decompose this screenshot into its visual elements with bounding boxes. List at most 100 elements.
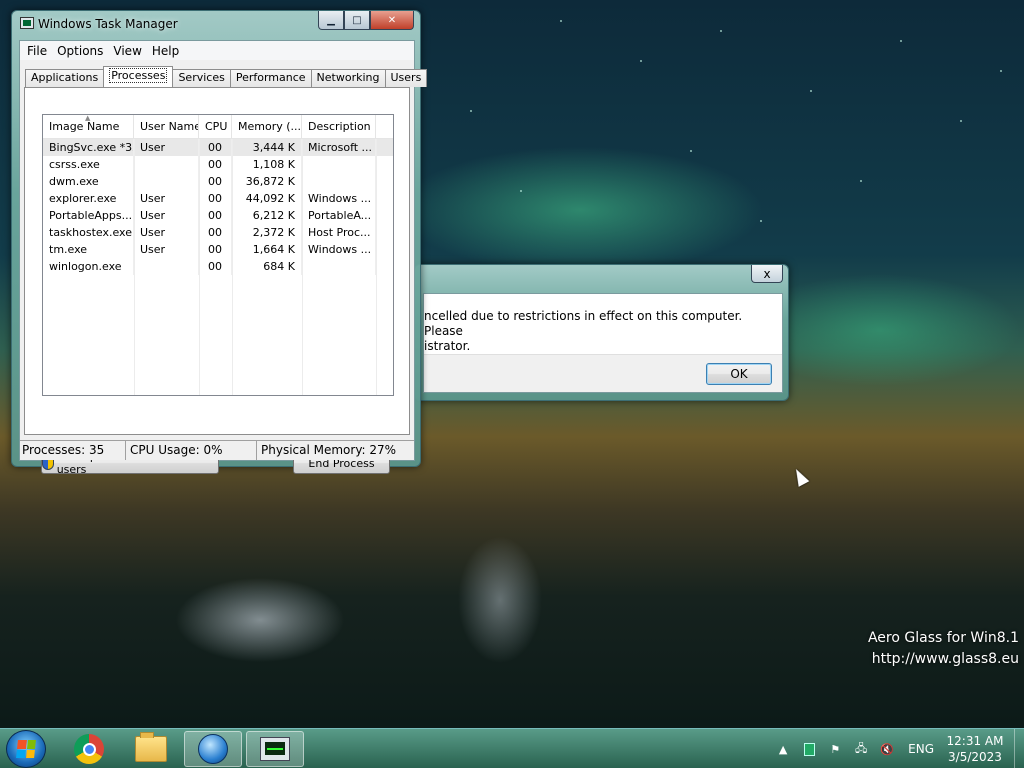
star <box>760 220 762 222</box>
task-manager-client: File Options View Help Applications Proc… <box>19 40 428 476</box>
tray-app-icon[interactable] <box>801 741 817 757</box>
column-divider <box>376 139 377 395</box>
system-tray: ▲ ⚑ 🖧 🔇 ENG 12:31 AM 3/5/2023 <box>770 729 1024 768</box>
close-icon: x <box>763 266 771 281</box>
start-button[interactable] <box>6 730 46 768</box>
task-manager-window: Windows Task Manager ▁ □ ✕ File Options … <box>11 10 428 476</box>
action-center-flag-icon[interactable]: ⚑ <box>827 741 843 757</box>
cell-memory: 1,664 K <box>232 241 302 258</box>
cell-image-name: taskhostex.exe <box>43 224 134 241</box>
column-header-description[interactable]: Description <box>302 115 376 138</box>
tab-services[interactable]: Services <box>172 69 231 87</box>
column-header-cpu[interactable]: CPU <box>199 115 232 138</box>
task-manager-icon <box>20 17 34 29</box>
cell-user-name: User <box>134 224 199 241</box>
table-row[interactable]: dwm.exe 00 36,872 K <box>43 173 393 190</box>
cell-image-name: dwm.exe <box>43 173 134 190</box>
cell-memory: 2,372 K <box>232 224 302 241</box>
column-divider <box>232 139 233 395</box>
ok-button[interactable]: OK <box>706 363 772 385</box>
maximize-button[interactable]: □ <box>344 11 370 30</box>
cell-memory: 3,444 K <box>232 139 302 156</box>
table-row[interactable]: explorer.exe User 00 44,092 K Windows ... <box>43 190 393 207</box>
tab-applications[interactable]: Applications <box>25 69 105 87</box>
table-row[interactable]: BingSvc.exe *32 User 00 3,444 K Microsoft ..… <box>43 139 393 156</box>
star <box>720 30 722 32</box>
star <box>900 40 902 42</box>
network-icon[interactable]: 🖧 <box>853 741 869 757</box>
cell-description: Windows ... <box>302 190 376 207</box>
taskbar: ▲ ⚑ 🖧 🔇 ENG 12:31 AM 3/5/2023 <box>0 728 1024 768</box>
close-button[interactable]: ✕ <box>370 11 414 30</box>
cell-description: Microsoft ... <box>302 139 376 156</box>
tab-processes[interactable]: Processes <box>103 66 174 87</box>
cell-cpu: 00 <box>199 241 232 258</box>
tab-networking[interactable]: Networking <box>310 69 386 87</box>
table-row[interactable]: taskhostex.exe User 00 2,372 K Host Proc... <box>43 224 393 241</box>
close-icon: ✕ <box>387 14 397 26</box>
window-controls: ▁ □ ✕ <box>318 11 414 30</box>
star <box>520 190 522 192</box>
window-title: Windows Task Manager <box>38 17 178 31</box>
status-bar: Processes: 35 CPU Usage: 0% Physical Mem… <box>20 440 414 460</box>
column-header-memory[interactable]: Memory (... <box>232 115 302 138</box>
show-desktop-button[interactable] <box>1014 729 1024 768</box>
watermark-line2: http://www.glass8.eu <box>871 651 1019 667</box>
show-hidden-icons-button[interactable]: ▲ <box>775 741 791 757</box>
column-divider <box>302 139 303 395</box>
taskbar-task-manager[interactable] <box>246 731 304 767</box>
column-divider <box>134 139 135 395</box>
tab-users[interactable]: Users <box>384 69 428 87</box>
cell-user-name: User <box>134 190 199 207</box>
menu-help[interactable]: Help <box>147 44 184 58</box>
dialog-close-button[interactable]: x <box>751 265 783 283</box>
clock[interactable]: 12:31 AM 3/5/2023 <box>942 733 1008 765</box>
star <box>860 180 862 182</box>
cell-description: Windows ... <box>302 241 376 258</box>
process-list[interactable]: ▲ Image Name User Name CPU Memory (... D… <box>42 114 394 396</box>
watermark: Aero Glass for Win8.1 http://www.glass8.… <box>868 628 1019 670</box>
task-manager-icon <box>260 737 290 761</box>
menu-bar: File Options View Help <box>20 41 414 60</box>
taskbar-file-explorer[interactable] <box>122 731 180 767</box>
cell-user-name: User <box>134 241 199 258</box>
taskbar-globe-app[interactable] <box>184 731 242 767</box>
star <box>810 90 812 92</box>
dialog-client: ncelled due to restrictions in effect on… <box>423 293 783 393</box>
column-divider <box>199 139 200 395</box>
cell-description <box>302 173 376 190</box>
clock-date: 3/5/2023 <box>948 750 1002 764</box>
status-cpu-usage: CPU Usage: 0% <box>126 441 257 460</box>
status-physical-memory: Physical Memory: 27% <box>261 443 397 457</box>
star <box>560 20 562 22</box>
cell-description <box>302 258 376 275</box>
language-indicator[interactable]: ENG <box>908 742 934 756</box>
menu-view[interactable]: View <box>108 44 146 58</box>
taskbar-chrome[interactable] <box>60 731 118 767</box>
table-row[interactable]: csrss.exe 00 1,108 K <box>43 156 393 173</box>
star <box>470 110 472 112</box>
sort-ascending-icon: ▲ <box>85 114 91 122</box>
volume-muted-icon[interactable]: 🔇 <box>879 741 895 757</box>
cell-user-name: User <box>134 207 199 224</box>
cell-cpu: 00 <box>199 258 232 275</box>
dialog-footer: OK <box>424 354 782 392</box>
cell-user-name <box>134 173 199 190</box>
column-header-user-name[interactable]: User Name <box>134 115 199 138</box>
cell-cpu: 00 <box>199 190 232 207</box>
chevron-up-icon: ▲ <box>778 742 788 756</box>
minimize-button[interactable]: ▁ <box>318 11 344 30</box>
dialog-message-line1: ncelled due to restrictions in effect on… <box>424 309 743 338</box>
menu-options[interactable]: Options <box>52 44 108 58</box>
tab-processes-label: Processes <box>109 68 168 83</box>
table-row[interactable]: tm.exe User 00 1,664 K Windows ... <box>43 241 393 258</box>
status-processes: Processes: 35 <box>20 441 126 460</box>
cell-image-name: explorer.exe <box>43 190 134 207</box>
tab-performance[interactable]: Performance <box>229 69 312 87</box>
star <box>960 120 962 122</box>
cell-description: PortableA... <box>302 207 376 224</box>
menu-file[interactable]: File <box>22 44 52 58</box>
table-row[interactable]: winlogon.exe 00 684 K <box>43 258 393 275</box>
table-row[interactable]: PortableApps.... User 00 6,212 K PortableA..… <box>43 207 393 224</box>
clock-time: 12:31 AM <box>946 734 1004 748</box>
